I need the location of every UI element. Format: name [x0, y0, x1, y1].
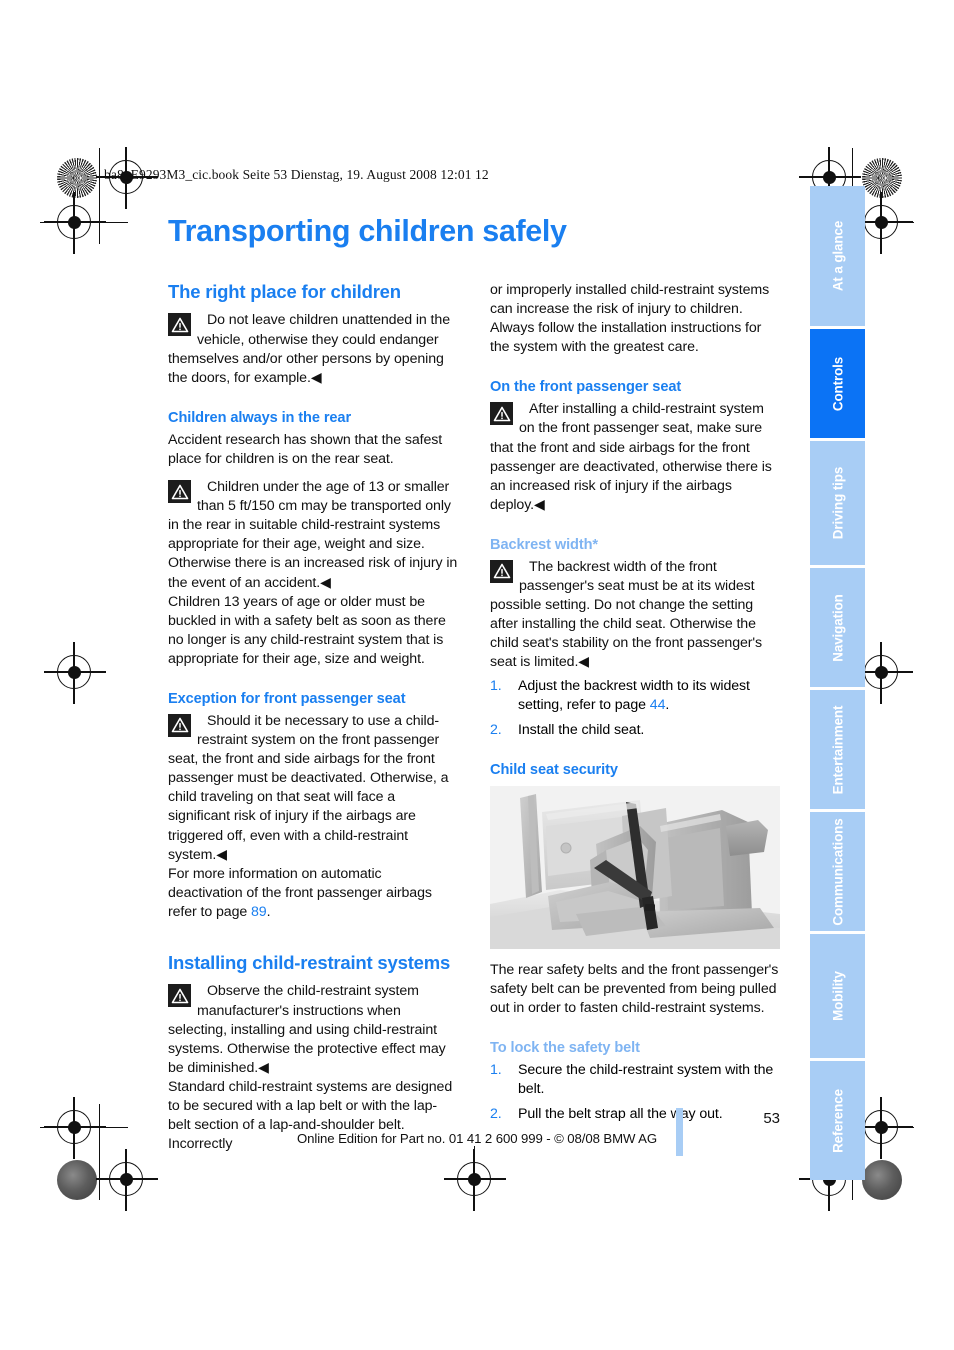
end-of-warning-marker: ◀ [216, 846, 228, 863]
list-item: 2. Pull the belt strap all the way out. [490, 1105, 780, 1124]
tab-label: Controls [830, 356, 845, 411]
step-text: Secure the child-restraint system with t… [518, 1062, 774, 1098]
warning-text: Should it be necessary to use a child-re… [168, 712, 449, 863]
warning-triangle-icon [168, 480, 191, 504]
subheading-on-the-front-passenger-seat: On the front passenger seat [490, 379, 682, 396]
warning-text: Observe the child-restraint system manuf… [168, 983, 446, 1076]
warning-text: The backrest width of the front passenge… [490, 558, 763, 671]
page-content: Transporting children safely The right p… [168, 215, 780, 1154]
registration-mark-left-middle [44, 642, 106, 704]
chapter-tab-strip: At a glance Controls Driving tips Naviga… [810, 186, 865, 1183]
warning-text: Children under the age of 13 or smaller … [168, 479, 458, 591]
list-item: 1. Adjust the backrest width to its wides… [490, 677, 780, 715]
tab-controls[interactable]: Controls [810, 329, 865, 438]
tab-mobility[interactable]: Mobility [810, 934, 865, 1058]
subheading-exception-front-passenger-seat: Exception for front passenger seat [168, 690, 406, 707]
warning-text: Do not leave children unattended in the … [168, 312, 450, 386]
tab-label: Driving tips [830, 466, 845, 540]
crop-line-top-left-h [40, 222, 128, 224]
step-text: Install the child seat. [518, 721, 645, 738]
figure-reference-code [787, 945, 792, 946]
warning-triangle-icon [168, 713, 191, 737]
step-number: 1. [490, 677, 502, 694]
paragraph-children-13-or-older: Children 13 years of age or older must b… [168, 593, 446, 667]
paragraph-automatic-deactivation-reference: For more information on automatic deacti… [168, 865, 432, 920]
step-number: 1. [490, 1062, 502, 1079]
list-item: 2. Install the child seat. [490, 721, 780, 740]
end-of-warning-marker: ◀ [534, 496, 545, 513]
warning-text: After installing a child-restraint syste… [490, 401, 772, 513]
page-reference-link[interactable]: 89 [251, 904, 267, 920]
tab-label: Navigation [830, 593, 845, 662]
tab-navigation[interactable]: Navigation [810, 568, 865, 687]
warning-block-children-under-13: Children under the age of 13 or smaller … [168, 478, 458, 593]
tab-at-a-glance[interactable]: At a glance [810, 186, 865, 326]
tab-label: Entertainment [830, 705, 845, 794]
registration-mark-bottom-left [96, 1149, 158, 1211]
crop-line-bottom-left-h [40, 1127, 128, 1129]
list-item: 1. Secure the child-restraint system with… [490, 1061, 780, 1099]
warning-triangle-icon [490, 402, 513, 426]
child-seat-in-rear-seat-illustration [490, 785, 780, 949]
tab-label: Mobility [830, 971, 845, 1021]
warning-block-front-passenger-exception: Should it be necessary to use a child-re… [168, 712, 458, 865]
subheading-child-seat-security: Child seat security [490, 761, 618, 778]
tab-reference[interactable]: Reference [810, 1061, 865, 1180]
page-frame-left [99, 148, 101, 244]
running-head: ba8_E9293M3_cic.book Seite 53 Dienstag, … [104, 167, 489, 182]
warning-block-backrest-width: The backrest width of the front passenge… [490, 558, 780, 673]
step-text-suffix: . [665, 696, 670, 713]
page-frame-left-bottom [99, 1104, 101, 1200]
steps-lock-safety-belt: 1. Secure the child-restraint system with… [490, 1061, 780, 1124]
step-text: Adjust the backrest width to its widest … [518, 677, 750, 713]
two-column-layout: The right place for children Do not leav… [168, 281, 780, 1154]
left-column: The right place for children Do not leav… [168, 281, 458, 1154]
tab-driving-tips[interactable]: Driving tips [810, 441, 865, 565]
warning-block-after-installing-front-seat: After installing a child-restraint syste… [490, 400, 780, 515]
warning-triangle-icon [490, 559, 513, 583]
paragraph-figure-caption: The rear safety belts and the front pass… [490, 961, 779, 1016]
paragraph-accident-research: Accident research has shown that the saf… [168, 431, 443, 467]
step-text: Pull the belt strap all the way out. [518, 1106, 723, 1123]
page-title: Transporting children safely [168, 214, 567, 248]
figure-container [490, 785, 780, 949]
warning-block-observe-manufacturer-instructions: Observe the child-restraint system manuf… [168, 982, 458, 1077]
footer-imprint: Online Edition for Part no. 01 41 2 600 … [297, 1131, 657, 1146]
registration-rosette-bottom-left [57, 1160, 97, 1200]
end-of-warning-marker: ◀ [310, 369, 322, 386]
tab-entertainment[interactable]: Entertainment [810, 690, 865, 809]
subheading-to-lock-the-safety-belt: To lock the safety belt [490, 1040, 640, 1057]
step-number: 2. [490, 721, 502, 738]
page-reference-link[interactable]: 44 [650, 697, 666, 713]
tab-label: Communications [830, 817, 845, 926]
tab-communications[interactable]: Communications [810, 812, 865, 931]
warning-block-unattended-children: Do not leave children unattended in the … [168, 311, 458, 387]
warning-triangle-icon [168, 984, 191, 1008]
page-number: 53 [763, 1110, 780, 1127]
subheading-children-always-in-the-rear: Children always in the rear [168, 409, 352, 426]
registration-rosette-bottom-right [862, 1160, 902, 1200]
end-of-warning-marker: ◀ [258, 1059, 270, 1076]
registration-rosette-top-right [862, 158, 902, 198]
section-heading-installing-child-restraint-systems: Installing child-restraint systems [168, 952, 451, 973]
end-of-warning-marker: ◀ [320, 574, 332, 591]
end-of-warning-marker: ◀ [578, 654, 590, 671]
steps-backrest-width: 1. Adjust the backrest width to its wides… [490, 677, 780, 740]
step-number: 2. [490, 1106, 502, 1123]
registration-mark-right-middle [851, 642, 913, 704]
registration-rosette-top-left [57, 158, 97, 198]
tab-label: At a glance [830, 220, 845, 292]
subheading-backrest-width: Backrest width* [490, 536, 598, 553]
right-column: or improperly installed child-restraint … [490, 281, 780, 1130]
warning-triangle-icon [168, 313, 191, 337]
paragraph-improperly-installed-continuation: or improperly installed child-restraint … [490, 282, 770, 356]
section-heading-right-place-for-children: The right place for children [168, 281, 401, 303]
